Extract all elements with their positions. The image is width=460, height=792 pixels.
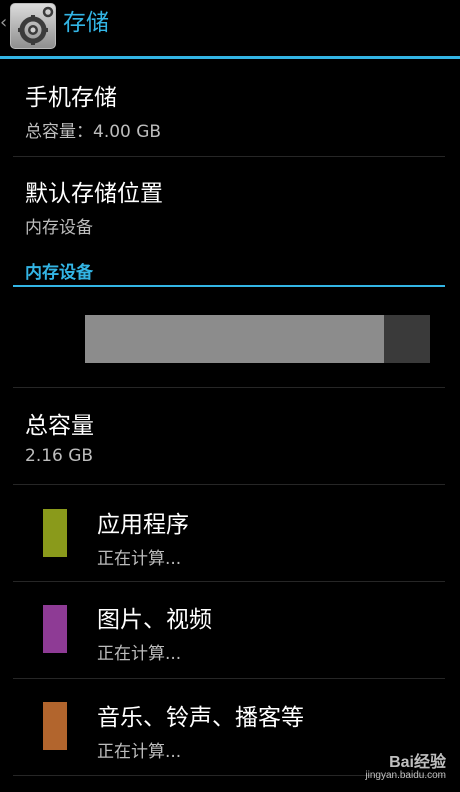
list-item-apps[interactable]: 应用程序 正在计算... <box>0 485 460 581</box>
phone-storage-title: 手机存储 <box>25 85 117 111</box>
pictures-videos-label: 图片、视频 <box>97 607 212 633</box>
usage-bar <box>85 315 430 363</box>
default-location-pref[interactable]: 默认存储位置 内存设备 <box>0 157 460 247</box>
pictures-videos-status: 正在计算... <box>97 644 182 664</box>
usage-bar-fill <box>85 315 384 363</box>
audio-label: 音乐、铃声、播客等 <box>97 705 304 731</box>
up-caret-icon[interactable]: ‹ <box>0 11 8 35</box>
list-item-pictures-videos[interactable]: 图片、视频 正在计算... <box>0 582 460 678</box>
phone-storage-summary: 总容量：4.00 GB <box>25 122 162 142</box>
default-location-summary: 内存设备 <box>25 218 93 238</box>
apps-label: 应用程序 <box>97 512 189 538</box>
total-capacity-title: 总容量 <box>25 413 94 439</box>
phone-storage-pref[interactable]: 手机存储 总容量：4.00 GB <box>0 60 460 156</box>
action-bar: ‹ 存储 <box>0 0 460 56</box>
baidu-jingyan-watermark: Bai经验 jingyan.baidu.com <box>346 748 446 786</box>
settings-gear-icon[interactable] <box>10 3 56 49</box>
apps-color-swatch <box>43 509 67 557</box>
pictures-videos-color-swatch <box>43 605 67 653</box>
audio-color-swatch <box>43 702 67 750</box>
category-divider <box>13 285 445 287</box>
watermark-url: jingyan.baidu.com <box>365 770 446 781</box>
internal-storage-category: 内存设备 <box>25 263 93 283</box>
default-location-title: 默认存储位置 <box>25 181 163 207</box>
page-title: 存储 <box>63 10 109 36</box>
apps-status: 正在计算... <box>97 549 182 569</box>
watermark-brand: Bai经验 <box>389 754 446 771</box>
total-capacity-value: 2.16 GB <box>25 446 94 466</box>
action-bar-divider <box>0 56 460 59</box>
total-capacity-pref: 总容量 2.16 GB <box>0 388 460 484</box>
audio-status: 正在计算... <box>97 742 182 762</box>
